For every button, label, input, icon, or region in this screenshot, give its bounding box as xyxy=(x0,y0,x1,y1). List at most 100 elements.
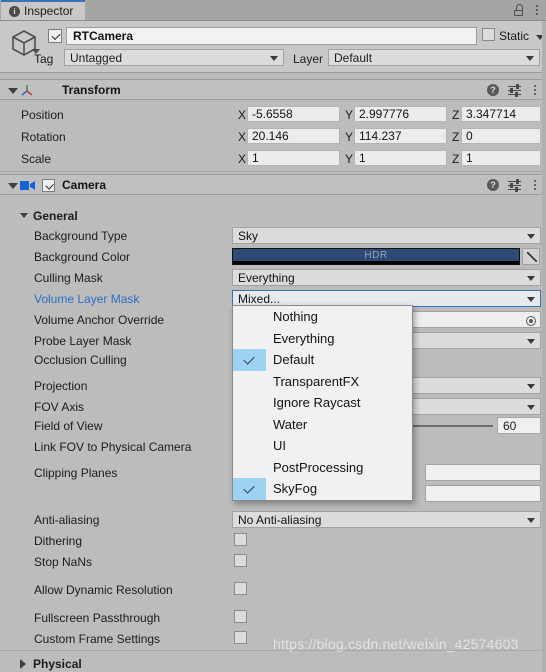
popup-item-skyfog[interactable]: SkyFog xyxy=(233,478,412,500)
chevron-down-icon xyxy=(527,518,535,523)
popup-item-default[interactable]: Default xyxy=(233,349,412,371)
position-z-input[interactable]: 3.347714 xyxy=(461,106,541,122)
vertical-dots-icon[interactable] xyxy=(532,5,542,15)
tab-bar: i Inspector xyxy=(0,0,546,21)
chevron-down-icon xyxy=(527,276,535,281)
field-of-view-label: Field of View xyxy=(34,419,103,433)
popup-item-label: Water xyxy=(273,416,308,432)
check-slot xyxy=(233,306,266,328)
rotation-x-input[interactable]: 20.146 xyxy=(247,128,340,144)
chevron-down-icon xyxy=(527,384,535,389)
clipping-planes-near-input[interactable] xyxy=(425,464,541,481)
stop-nans-checkbox[interactable] xyxy=(234,554,247,567)
dithering-checkbox[interactable] xyxy=(234,533,247,546)
physical-section-label: Physical xyxy=(33,657,82,671)
general-section-header[interactable]: General xyxy=(0,206,546,225)
help-icon[interactable]: ? xyxy=(487,179,499,191)
transform-rotation-row: Rotation X 20.146 Y 114.237 Z 0 xyxy=(0,126,546,147)
scale-x-input[interactable]: 1 xyxy=(247,150,340,166)
tag-value: Untagged xyxy=(70,50,123,65)
axis-x-label: X xyxy=(238,152,247,166)
layer-dropdown[interactable]: Default xyxy=(328,49,540,66)
dithering-row: Dithering xyxy=(0,530,546,551)
axis-z-label: Z xyxy=(452,108,460,122)
check-slot xyxy=(233,435,266,457)
popup-item-ignore-raycast[interactable]: Ignore Raycast xyxy=(233,392,412,414)
anti-aliasing-dropdown[interactable]: No Anti-aliasing xyxy=(232,511,541,528)
tab-inspector[interactable]: i Inspector xyxy=(1,0,86,20)
custom-frame-settings-checkbox[interactable] xyxy=(234,631,247,644)
tab-bar-actions xyxy=(514,0,542,20)
watermark-text: https://blog.csdn.net/weixin_42574603 xyxy=(273,636,519,652)
popup-item-everything[interactable]: Everything xyxy=(233,328,412,350)
transform-component-header[interactable]: Transform ? xyxy=(0,79,546,100)
rotation-y-input[interactable]: 114.237 xyxy=(354,128,447,144)
gameobject-enabled-checkbox[interactable] xyxy=(48,29,62,43)
camera-foldout-arrow[interactable] xyxy=(8,183,18,189)
chevron-down-icon xyxy=(527,297,535,302)
camera-title: Camera xyxy=(62,178,107,192)
vertical-dots-icon[interactable] xyxy=(530,180,540,190)
position-x-input[interactable]: -5.6558 xyxy=(247,106,340,122)
popup-item-transparentfx[interactable]: TransparentFX xyxy=(233,371,412,393)
static-checkbox[interactable] xyxy=(482,28,495,41)
allow-dynamic-resolution-checkbox[interactable] xyxy=(234,582,247,595)
camera-component-header[interactable]: Camera ? xyxy=(0,174,546,195)
camera-enabled-checkbox[interactable] xyxy=(42,179,55,192)
static-label: Static xyxy=(499,29,530,43)
rotation-z-input[interactable]: 0 xyxy=(461,128,541,144)
background-type-dropdown[interactable]: Sky xyxy=(232,227,541,244)
tag-label: Tag xyxy=(34,52,54,66)
chevron-down-icon xyxy=(527,405,535,410)
background-color-swatch[interactable]: HDR xyxy=(232,248,520,265)
check-slot xyxy=(233,371,266,393)
physical-foldout-arrow[interactable] xyxy=(20,659,26,669)
popup-item-label: Nothing xyxy=(273,309,318,324)
popup-item-ui[interactable]: UI xyxy=(233,435,412,457)
fov-axis-label: FOV Axis xyxy=(34,400,85,414)
physical-section-header[interactable]: Physical xyxy=(0,654,546,672)
position-y-input[interactable]: 2.997776 xyxy=(354,106,447,122)
culling-mask-label: Culling Mask xyxy=(34,271,103,285)
clipping-planes-far-input[interactable] xyxy=(425,485,541,502)
popup-item-postprocessing[interactable]: PostProcessing xyxy=(233,457,412,479)
gameobject-header: RTCamera Static Tag Untagged Layer Defau… xyxy=(0,21,546,73)
fullscreen-passthrough-row: Fullscreen Passthrough xyxy=(0,607,546,628)
volume-layer-mask-popup[interactable]: Nothing Everything Default TransparentFX Ign… xyxy=(232,305,413,501)
object-picker-icon[interactable] xyxy=(526,316,536,326)
help-icon[interactable]: ? xyxy=(487,84,499,96)
transform-foldout-arrow[interactable] xyxy=(8,88,18,94)
culling-mask-dropdown[interactable]: Everything xyxy=(232,269,541,286)
chevron-down-icon xyxy=(270,56,278,61)
eyedropper-icon[interactable] xyxy=(522,248,540,265)
scale-z-input[interactable]: 1 xyxy=(461,150,541,166)
color-alpha-bar xyxy=(233,261,519,264)
background-type-label: Background Type xyxy=(34,229,128,243)
clipping-planes-label: Clipping Planes xyxy=(34,466,118,480)
probe-layer-mask-label: Probe Layer Mask xyxy=(34,334,132,348)
volume-layer-mask-value: Mixed... xyxy=(238,291,281,306)
field-of-view-input[interactable]: 60 xyxy=(497,417,541,434)
scale-y-input[interactable]: 1 xyxy=(354,150,447,166)
hdr-badge: HDR xyxy=(364,250,388,261)
tag-dropdown[interactable]: Untagged xyxy=(64,49,284,66)
layer-label: Layer xyxy=(293,52,324,66)
popup-item-label: PostProcessing xyxy=(273,459,364,475)
gameobject-name-input[interactable]: RTCamera xyxy=(66,27,477,45)
axis-z-label: Z xyxy=(452,152,460,166)
allow-dynamic-resolution-label: Allow Dynamic Resolution xyxy=(34,583,173,597)
lock-icon[interactable] xyxy=(514,4,523,16)
general-foldout-arrow[interactable] xyxy=(20,213,28,218)
preset-sliders-icon[interactable] xyxy=(508,178,521,192)
axis-x-label: X xyxy=(238,130,247,144)
preset-sliders-icon[interactable] xyxy=(508,83,521,97)
transform-position-row: Position X -5.6558 Y 2.997776 Z 3.347714 xyxy=(0,104,546,125)
culling-mask-value: Everything xyxy=(238,270,295,285)
fullscreen-passthrough-checkbox[interactable] xyxy=(234,610,247,623)
popup-item-water[interactable]: Water xyxy=(233,414,412,436)
vertical-scrollbar[interactable] xyxy=(542,21,546,672)
vertical-dots-icon[interactable] xyxy=(530,85,540,95)
popup-item-nothing[interactable]: Nothing xyxy=(233,306,412,328)
custom-frame-settings-label: Custom Frame Settings xyxy=(34,632,161,646)
layer-value: Default xyxy=(334,50,373,65)
